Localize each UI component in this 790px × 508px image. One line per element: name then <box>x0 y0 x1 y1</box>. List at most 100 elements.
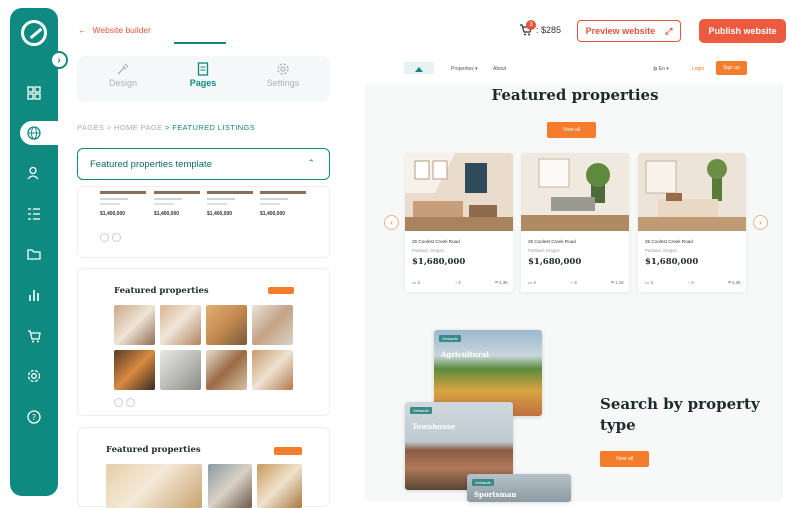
thumbnail-image <box>106 464 202 508</box>
preview-section-title: Featured properties <box>491 86 659 104</box>
mini-listing: $1,400,000 <box>154 191 200 231</box>
property-card[interactable]: 25 Coolest Creek Road Portland, Oregon $… <box>521 153 629 292</box>
thumbnail-image <box>206 305 247 345</box>
breadcrumb-separator: > <box>165 123 170 132</box>
beds-count: 4 <box>533 280 536 285</box>
bath-icon: ◔ 2 <box>454 280 461 285</box>
baths-count: 2 <box>691 280 694 285</box>
preview-language[interactable]: ◍ En ▾ <box>653 66 669 72</box>
property-address: 25 Coolest Creek Road <box>528 239 576 244</box>
publish-website-button[interactable]: Publish website <box>699 19 786 43</box>
area-value: 1.1K <box>614 280 624 285</box>
brush-icon <box>117 63 129 75</box>
baths-count: 2 <box>458 280 461 285</box>
help-icon[interactable]: ? <box>24 407 44 427</box>
cart-icon[interactable] <box>24 326 44 346</box>
thumbnail-image <box>252 350 293 390</box>
template-select-value: Featured properties template <box>90 159 212 170</box>
property-image <box>405 153 513 231</box>
thumbnail-image <box>160 305 201 345</box>
tab-label: Pages <box>189 78 217 88</box>
carousel-dots <box>114 398 135 407</box>
app-logo[interactable] <box>21 20 47 46</box>
active-tab-underline <box>174 42 226 44</box>
breadcrumb-home[interactable]: HOME PAGE <box>114 123 162 132</box>
template-card[interactable]: Featured properties <box>77 268 330 416</box>
thumbnail-image <box>206 350 247 390</box>
search-by-type-title: Search by property type <box>600 395 760 434</box>
chevron-up-icon: ⌃ <box>307 158 315 168</box>
carousel-next-button[interactable]: › <box>753 215 768 230</box>
preview-logo <box>404 62 434 74</box>
thumbnail-image <box>160 350 201 390</box>
template-card[interactable]: Featured properties <box>77 427 330 508</box>
template-select[interactable]: Featured properties template ⌃ <box>77 148 330 180</box>
property-stats: ▭ 3 ◔ 2 ⌗ 2.3K <box>412 280 508 286</box>
preview-view-all-button-2[interactable]: View all <box>600 451 649 467</box>
folder-icon[interactable] <box>24 244 44 264</box>
tab-label: Design <box>108 78 137 88</box>
mini-listing: $1,400,000 <box>100 191 146 231</box>
area-icon: ⌗ 2.3K <box>728 280 741 285</box>
property-type-label: Sportsman <box>474 490 517 499</box>
preview-signup-button[interactable]: Sign up <box>716 61 747 75</box>
home-icon[interactable] <box>24 83 44 103</box>
arrow-left-icon: ← <box>78 25 87 35</box>
property-type-card[interactable]: Verkaufe Sportsman <box>467 474 571 502</box>
tab-settings[interactable]: Settings <box>241 62 325 88</box>
nav-label: Properties <box>451 66 474 72</box>
preview-nav-properties[interactable]: Properties ▾ <box>451 66 478 72</box>
template-title: Featured properties <box>106 445 201 455</box>
mini-price: $1,400,000 <box>260 211 286 217</box>
tab-pages[interactable]: Pages <box>161 62 245 88</box>
thumbnail-image <box>208 464 252 508</box>
property-stats: ▭ 4 ◔ 3 ⌗ 1.1K <box>528 280 624 286</box>
gear-icon <box>277 63 289 75</box>
property-image <box>521 153 629 231</box>
list-icon[interactable] <box>24 204 44 224</box>
property-type-tag: Verkaufe <box>439 335 461 342</box>
carousel-dots <box>100 233 121 242</box>
tab-design[interactable]: Design <box>81 62 165 88</box>
property-price: $1,680,000 <box>528 257 582 267</box>
lang-label: En <box>658 66 665 72</box>
thumbnail-image <box>252 305 293 345</box>
bed-icon: ▭ 3 <box>645 280 653 285</box>
cart-amount: : $285 <box>536 25 562 35</box>
baths-count: 3 <box>574 280 577 285</box>
bed-icon: ▭ 4 <box>528 280 536 285</box>
breadcrumb-current: FEATURED LISTINGS <box>172 123 256 132</box>
expand-icon: ⤢ <box>665 25 673 36</box>
template-card[interactable]: $1,400,000 $1,400,000 $1,400,000 $1,400,… <box>77 186 330 258</box>
property-location: Portland, Oregon <box>528 248 560 253</box>
users-icon[interactable] <box>24 163 44 183</box>
beds-count: 3 <box>417 280 420 285</box>
globe-icon[interactable] <box>24 123 44 143</box>
bed-icon: ▭ 3 <box>412 280 420 285</box>
thumbnail-image <box>257 464 302 508</box>
beds-count: 3 <box>650 280 653 285</box>
preview-view-all-button[interactable]: View all <box>547 122 596 138</box>
cart-count-badge: 3 <box>526 20 536 30</box>
breadcrumb-pages[interactable]: PAGES <box>77 123 104 132</box>
bath-icon: ◔ 2 <box>687 280 694 285</box>
property-address: 25 Coolest Creek Road <box>645 239 693 244</box>
area-icon: ⌗ 1.1K <box>611 280 624 285</box>
preview-login-link[interactable]: Login <box>692 66 704 72</box>
settings-icon[interactable] <box>24 366 44 386</box>
chart-icon[interactable] <box>24 285 44 305</box>
property-card[interactable]: 25 Coolest Creek Road Portland, Oregon $… <box>405 153 513 292</box>
page-icon <box>197 62 209 76</box>
mini-listing: $1,400,000 <box>260 191 306 231</box>
preview-nav-about[interactable]: About <box>493 66 506 72</box>
mini-price: $1,400,000 <box>154 211 180 217</box>
template-title: Featured properties <box>114 286 209 296</box>
back-link[interactable]: ← Website builder <box>78 25 151 35</box>
area-value: 2.3K <box>731 280 741 285</box>
preview-website-button[interactable]: Preview website ⤢ <box>577 20 681 42</box>
carousel-prev-button[interactable]: ‹ <box>384 215 399 230</box>
breadcrumb-separator: > <box>106 123 112 132</box>
area-icon: ⌗ 2.3K <box>495 280 508 285</box>
property-card[interactable]: 25 Coolest Creek Road Portland, Oregon $… <box>638 153 746 292</box>
expand-sidebar-button[interactable]: › <box>50 51 68 69</box>
